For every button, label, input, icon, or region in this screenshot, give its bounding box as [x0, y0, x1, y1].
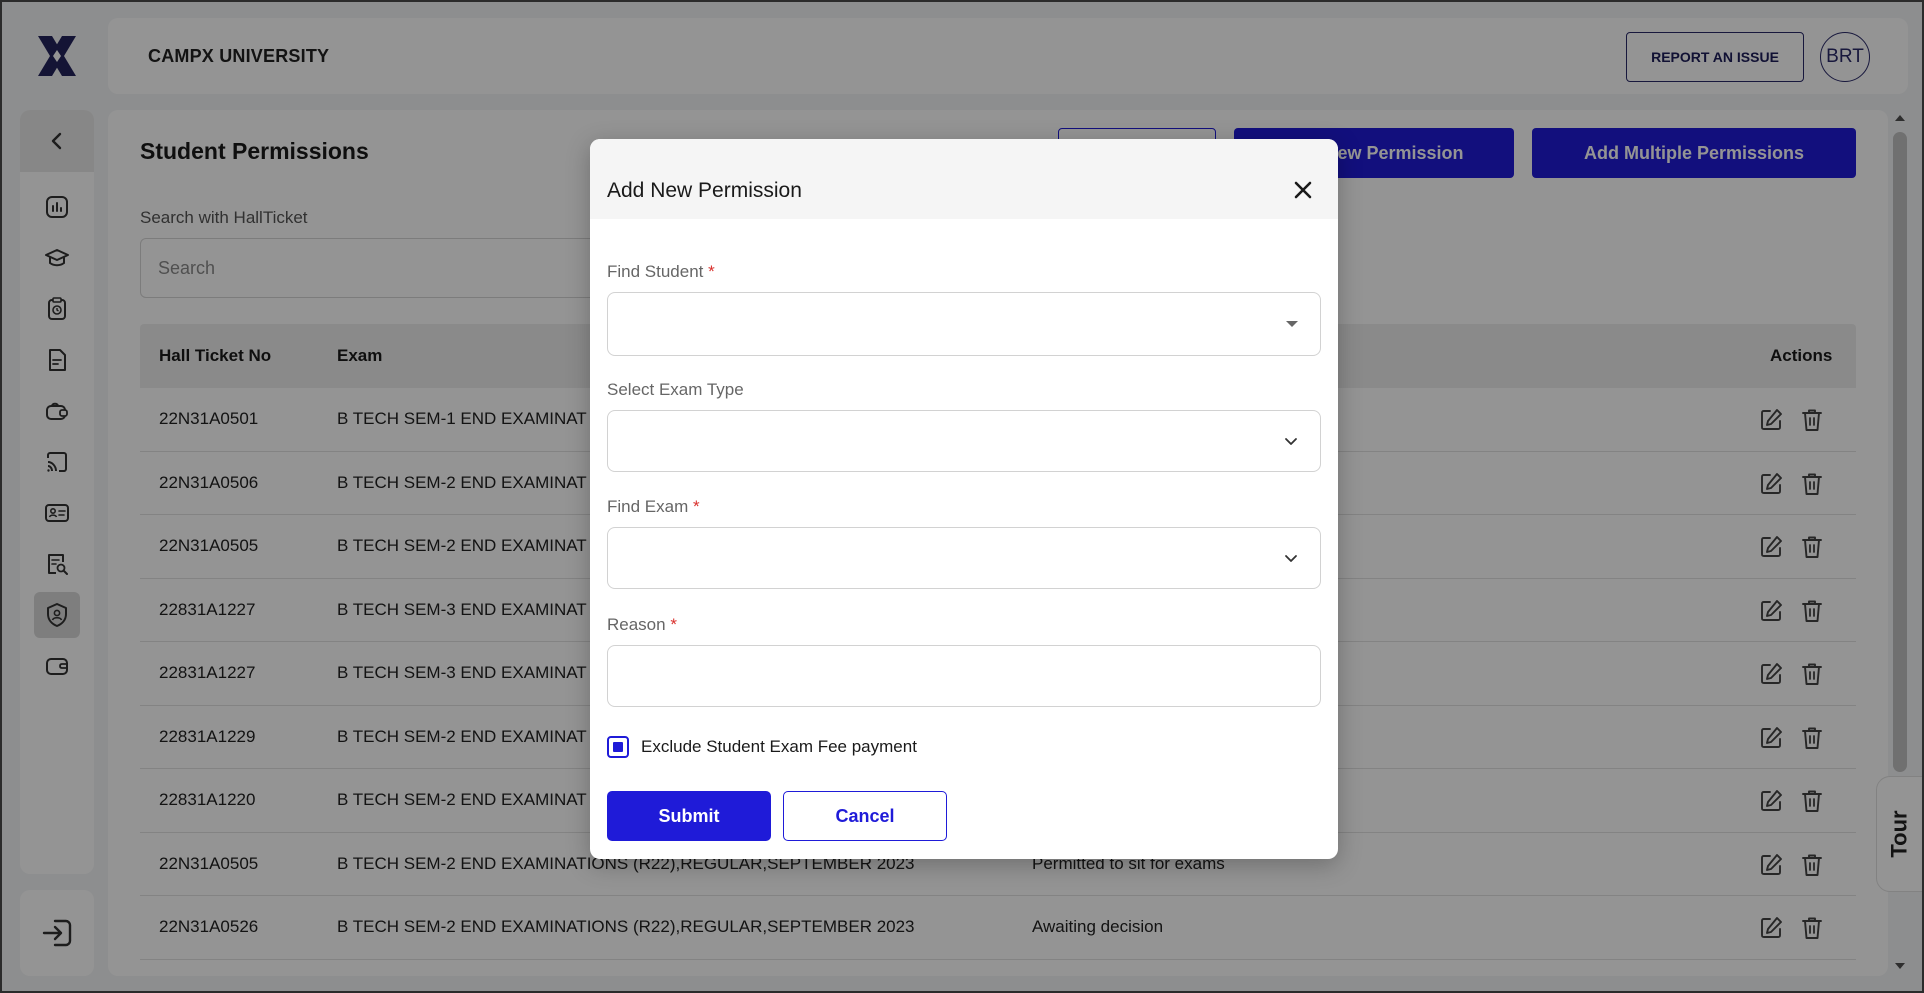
find-student-select[interactable]: [607, 292, 1321, 356]
add-permission-dialog: Add New Permission Find Student * Select…: [590, 139, 1338, 859]
close-icon[interactable]: [1290, 177, 1316, 203]
app-frame: CAMPX UNIVERSITY REPORT AN ISSUE BRT Stu…: [0, 0, 1924, 993]
find-exam-label: Find Exam *: [607, 497, 700, 516]
dialog-header: Add New Permission: [590, 139, 1338, 219]
chevron-down-icon: [1285, 438, 1297, 445]
caret-down-icon: [1286, 321, 1298, 327]
dialog-title: Add New Permission: [607, 179, 802, 202]
exam-type-select[interactable]: [607, 410, 1321, 472]
reason-input[interactable]: [607, 645, 1321, 707]
find-exam-select[interactable]: [607, 527, 1321, 589]
exclude-fee-checkbox[interactable]: [607, 736, 629, 758]
find-student-label: Find Student *: [607, 262, 715, 281]
chevron-down-icon: [1285, 555, 1297, 562]
submit-button[interactable]: Submit: [607, 791, 771, 841]
cancel-button[interactable]: Cancel: [783, 791, 947, 841]
exclude-fee-label[interactable]: Exclude Student Exam Fee payment: [641, 737, 917, 757]
exam-type-label: Select Exam Type: [607, 380, 744, 399]
reason-label: Reason *: [607, 615, 677, 634]
